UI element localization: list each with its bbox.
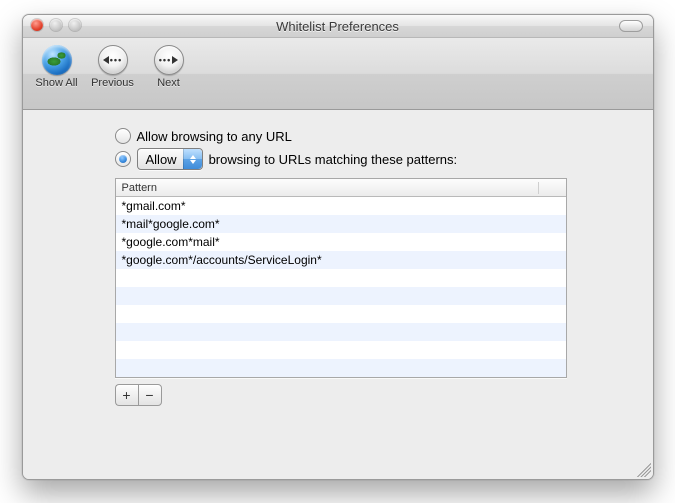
- previous-icon: •••: [98, 45, 128, 75]
- toolbar: Show All ••• Previous ••• Next: [23, 38, 653, 110]
- table-row[interactable]: *gmail.com*: [116, 197, 566, 215]
- option-patterns[interactable]: Allow browsing to URLs matching these pa…: [115, 148, 631, 170]
- close-icon[interactable]: [31, 19, 43, 31]
- table-row[interactable]: *mail*google.com*: [116, 215, 566, 233]
- patterns-table: Pattern *gmail.com**mail*google.com**goo…: [115, 178, 567, 378]
- show-all-label: Show All: [35, 77, 77, 89]
- next-label: Next: [157, 77, 180, 89]
- minus-icon: −: [145, 388, 153, 402]
- radio-patterns[interactable]: [115, 151, 131, 167]
- mode-popup[interactable]: Allow: [137, 148, 203, 170]
- option-allow-any[interactable]: Allow browsing to any URL: [115, 128, 631, 144]
- add-remove-group: + −: [115, 384, 631, 406]
- preferences-window: Whitelist Preferences Show All ••• Previ…: [22, 14, 654, 480]
- toolbar-toggle-icon[interactable]: [619, 20, 643, 32]
- previous-label: Previous: [91, 77, 134, 89]
- table-row: [116, 359, 566, 377]
- next-icon: •••: [154, 45, 184, 75]
- mode-popup-value: Allow: [146, 152, 177, 167]
- minimize-icon[interactable]: [50, 19, 62, 31]
- add-button[interactable]: +: [115, 384, 138, 406]
- table-row: [116, 287, 566, 305]
- popup-arrows-icon: [183, 149, 202, 169]
- window-title: Whitelist Preferences: [23, 19, 653, 34]
- show-all-button[interactable]: Show All: [33, 43, 81, 89]
- table-header-row: Pattern: [116, 179, 566, 197]
- resize-handle-icon[interactable]: [637, 463, 651, 477]
- plus-icon: +: [122, 388, 130, 402]
- table-row: [116, 269, 566, 287]
- content-area: Allow browsing to any URL Allow browsing…: [23, 110, 653, 480]
- table-row[interactable]: *google.com*/accounts/ServiceLogin*: [116, 251, 566, 269]
- table-row[interactable]: *google.com*mail*: [116, 233, 566, 251]
- remove-button[interactable]: −: [138, 384, 162, 406]
- table-row: [116, 305, 566, 323]
- column-header-pattern[interactable]: Pattern: [116, 182, 539, 194]
- table-body[interactable]: *gmail.com**mail*google.com**google.com*…: [116, 197, 566, 377]
- titlebar: Whitelist Preferences: [23, 15, 653, 38]
- option-allow-any-label: Allow browsing to any URL: [137, 129, 292, 144]
- zoom-icon[interactable]: [69, 19, 81, 31]
- option-patterns-suffix: browsing to URLs matching these patterns…: [209, 152, 458, 167]
- previous-button[interactable]: ••• Previous: [89, 43, 137, 89]
- table-row: [116, 341, 566, 359]
- table-row: [116, 323, 566, 341]
- next-button[interactable]: ••• Next: [145, 43, 193, 89]
- radio-allow-any[interactable]: [115, 128, 131, 144]
- globe-icon: [42, 45, 72, 75]
